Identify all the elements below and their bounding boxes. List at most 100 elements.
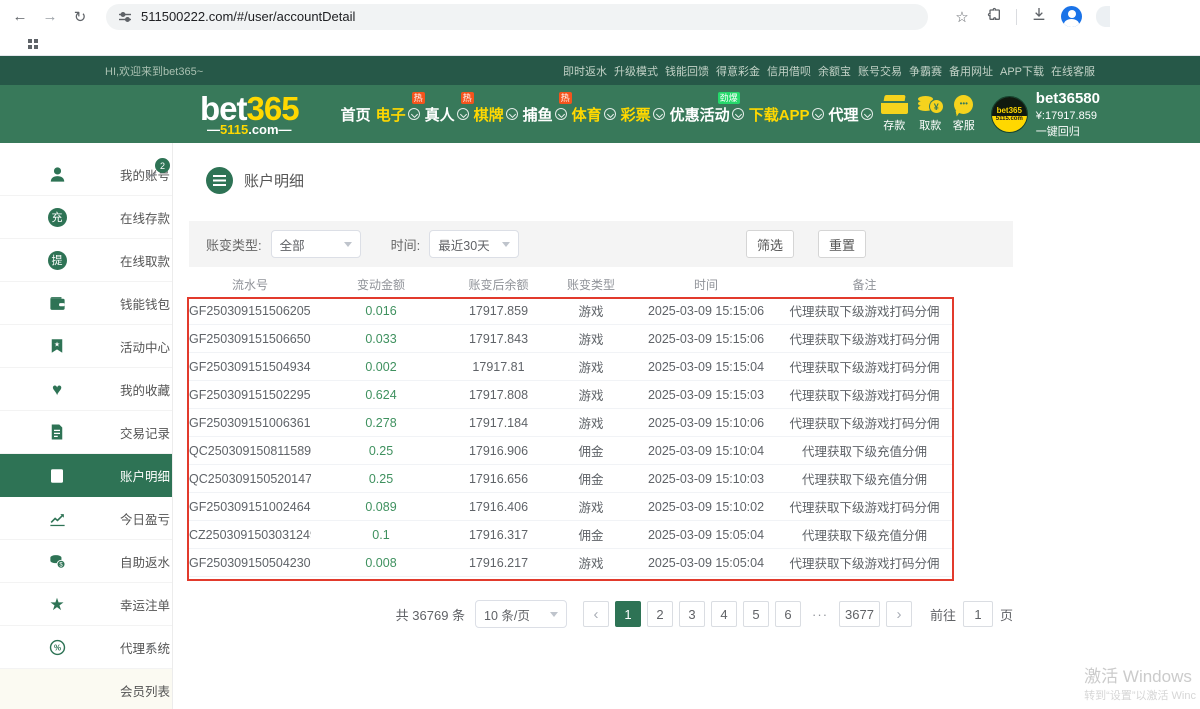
cell-remark: 代理获取下级充值分佣 (776, 525, 953, 544)
browser-menu-partial[interactable] (1096, 6, 1110, 27)
page-button-3677[interactable]: 3677 (839, 601, 880, 627)
download-icon[interactable] (1031, 6, 1047, 27)
table-row[interactable]: QC250309150520147260.2517916.656佣金2025-0… (189, 465, 953, 493)
cell-type: 游戏 (546, 385, 636, 404)
deposit-button[interactable]: 存款 (881, 95, 908, 133)
sidebar-item-star[interactable]: ★幸运注单 (0, 583, 172, 626)
cell-remark: 代理获取下级游戏打码分佣 (776, 357, 953, 376)
goto-label: 前往 (930, 605, 956, 624)
nav-item[interactable]: 彩票 (621, 104, 665, 125)
table-row[interactable]: QC250309150811589440.2517916.906佣金2025-0… (189, 437, 953, 465)
cell-balance: 17916.906 (451, 444, 546, 458)
user-info: bet36580 ¥:17917.859 一键回归 (1036, 88, 1100, 140)
nav-item[interactable]: 首页 (341, 104, 371, 125)
cell-amount: 0.25 (311, 472, 451, 486)
reset-button[interactable]: 重置 (818, 230, 866, 258)
sidebar-item-heart[interactable]: ♥我的收藏 (0, 368, 172, 411)
sidebar: 我的账号2充在线存款提在线取款钱能钱包★活动中心♥我的收藏交易记录账户明细今日盈… (0, 143, 173, 709)
user-badge-logo: bet365 5115.com (991, 96, 1028, 133)
nav-item-label: 下载APP (749, 104, 810, 125)
nav-item-label: 首页 (341, 104, 371, 125)
sidebar-item-user[interactable]: 我的账号2 (0, 153, 172, 196)
table-row[interactable]: GF250309151504934270.00217917.81游戏2025-0… (189, 353, 953, 381)
withdraw-button[interactable]: 取款 (917, 95, 944, 133)
page-button-6[interactable]: 6 (775, 601, 801, 627)
nav-item[interactable]: 电子热 (376, 104, 420, 125)
topbar-link[interactable]: 钱能回馈 (665, 63, 709, 79)
page-button-2[interactable]: 2 (647, 601, 673, 627)
page-button-3[interactable]: 3 (679, 601, 705, 627)
type-filter-select[interactable]: 全部 (271, 230, 361, 258)
one-key-return-link[interactable]: 一键回归 (1036, 125, 1100, 140)
account-detail-title-icon (206, 167, 233, 194)
badge-logo-top: bet365 (992, 97, 1027, 116)
topbar-links: 即时返水升级模式钱能回馈得意彩金信用借呗余额宝账号交易争霸赛备用网址 APP下载在… (563, 63, 1095, 79)
sidebar-item-records[interactable]: 交易记录 (0, 411, 172, 454)
site-settings-icon[interactable] (118, 10, 132, 24)
sidebar-item-activity[interactable]: ★活动中心 (0, 325, 172, 368)
cell-amount: 0.002 (311, 360, 451, 374)
service-button[interactable]: 客服 (953, 95, 975, 133)
extensions-icon[interactable] (986, 6, 1002, 27)
table-row[interactable]: GF250309151006361820.27817917.184游戏2025-… (189, 409, 953, 437)
forward-icon[interactable]: → (40, 8, 60, 25)
sidebar-item-rebate[interactable]: $自助返水 (0, 540, 172, 583)
table-row[interactable]: GF250309150504230160.00817916.217游戏2025-… (189, 549, 953, 577)
table-row[interactable]: GF250309151506650490.03317917.843游戏2025-… (189, 325, 953, 353)
hot-badge: 劲爆 (718, 92, 740, 104)
time-filter-select[interactable]: 最近30天 (429, 230, 519, 258)
sidebar-item-label: 在线取款 (120, 251, 170, 270)
nav-item[interactable]: 捕鱼热 (523, 104, 567, 125)
topbar-link[interactable]: 争霸赛 (909, 63, 942, 79)
sidebar-item-chart[interactable]: 今日盈亏 (0, 497, 172, 540)
topbar-link[interactable]: 即时返水 (563, 63, 607, 79)
sidebar-item-withdraw[interactable]: 提在线取款 (0, 239, 172, 282)
sidebar-item-deposit[interactable]: 充在线存款 (0, 196, 172, 239)
table-row[interactable]: GF250309151502295830.62417917.808游戏2025-… (189, 381, 953, 409)
table-row[interactable]: CZ250309150303124900.117916.317佣金2025-03… (189, 521, 953, 549)
site-logo[interactable]: bet365 —5115.com— (200, 92, 299, 136)
sidebar-item-label: 我的收藏 (120, 380, 170, 399)
page-button-4[interactable]: 4 (711, 601, 737, 627)
sidebar-item-wallet[interactable]: 钱能钱包 (0, 282, 172, 325)
page-size-select[interactable]: 10 条/页 (475, 600, 567, 628)
next-page-button[interactable]: › (886, 601, 912, 627)
table-header-row: 流水号变动金额账变后余额账变类型时间备注 (189, 272, 953, 297)
profile-avatar[interactable] (1061, 6, 1082, 27)
cell-balance: 17916.406 (451, 500, 546, 514)
page-button-1[interactable]: 1 (615, 601, 641, 627)
topbar-link[interactable]: 得意彩金 (716, 63, 760, 79)
page-button-5[interactable]: 5 (743, 601, 769, 627)
cell-time: 2025-03-09 15:15:03 (636, 388, 776, 402)
prev-page-button[interactable]: ‹ (583, 601, 609, 627)
nav-item[interactable]: 代理 (829, 104, 873, 125)
table-row[interactable]: GF250309151506205750.01617917.859游戏2025-… (189, 297, 953, 325)
topbar-link[interactable]: 账号交易 (858, 63, 902, 79)
bookmark-star-icon[interactable]: ☆ (952, 8, 972, 26)
nav-item[interactable]: 体育 (572, 104, 616, 125)
topbar-link[interactable]: 在线客服 (1051, 63, 1095, 79)
topbar-link[interactable]: 信用借呗 (767, 63, 811, 79)
refresh-icon[interactable]: ↻ (70, 8, 90, 26)
nav-item[interactable]: 棋牌 (474, 104, 518, 125)
sidebar-item-agent[interactable]: %代理系统 (0, 626, 172, 669)
withdraw-label: 取款 (919, 117, 941, 133)
topbar-link[interactable]: APP下载 (1000, 63, 1044, 79)
apps-grid-icon[interactable] (28, 39, 32, 43)
goto-page-input[interactable]: 1 (963, 601, 993, 627)
nav-item[interactable]: 真人热 (425, 104, 469, 125)
logo-text: bet365 (200, 92, 299, 125)
topbar-link[interactable]: 余额宝 (818, 63, 851, 79)
topbar-link[interactable]: 备用网址 (949, 63, 993, 79)
sidebar-item-account-detail[interactable]: 账户明细 (0, 454, 172, 497)
back-icon[interactable]: ← (10, 8, 30, 25)
cell-id: GF25030915150493427 (189, 360, 311, 374)
nav-item[interactable]: 优惠活动劲爆 (670, 104, 744, 125)
filter-button[interactable]: 筛选 (746, 230, 794, 258)
sidebar-item-sub[interactable]: 会员列表 (0, 669, 172, 709)
page-size-value: 10 条/页 (484, 605, 530, 624)
table-row[interactable]: GF250309151002464500.08917916.406游戏2025-… (189, 493, 953, 521)
address-bar[interactable]: 511500222.com/#/user/accountDetail (106, 4, 928, 30)
nav-item[interactable]: 下载APP (749, 104, 824, 125)
topbar-link[interactable]: 升级模式 (614, 63, 658, 79)
